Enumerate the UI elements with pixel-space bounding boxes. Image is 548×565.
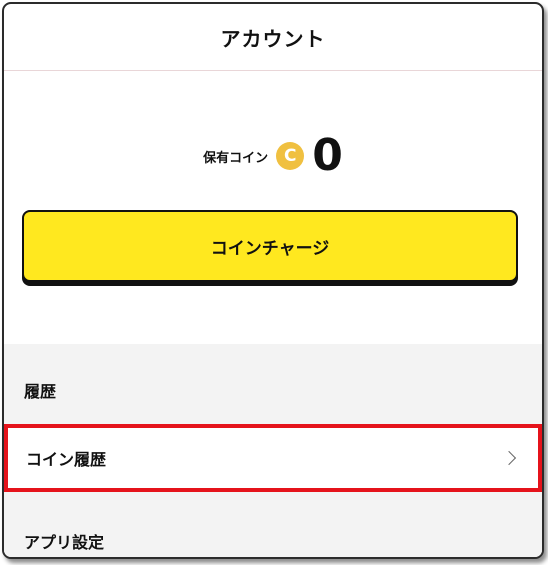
account-screen: アカウント 保有コイン C 0 コインチャージ 履歴 コイン履歴 アプリ設定	[2, 2, 544, 559]
coin-charge-button[interactable]: コインチャージ	[22, 210, 518, 282]
section-header-app-settings: アプリ設定	[4, 492, 542, 557]
section-title-history: 履歴	[24, 382, 57, 401]
section-title-app-settings: アプリ設定	[24, 533, 105, 552]
section-header-history: 履歴	[4, 344, 542, 424]
coin-history-item[interactable]: コイン履歴	[4, 424, 542, 492]
balance-label: 保有コイン	[203, 150, 269, 166]
coin-charge-button-label: コインチャージ	[210, 238, 330, 259]
chevron-right-icon	[501, 450, 517, 466]
page-title: アカウント	[220, 26, 326, 51]
coin-balance: 保有コイン C 0	[4, 134, 542, 178]
coin-icon: C	[276, 142, 305, 170]
app-header: アカウント	[4, 4, 542, 71]
coin-history-label: コイン履歴	[26, 450, 107, 469]
balance-value: 0	[312, 130, 343, 181]
